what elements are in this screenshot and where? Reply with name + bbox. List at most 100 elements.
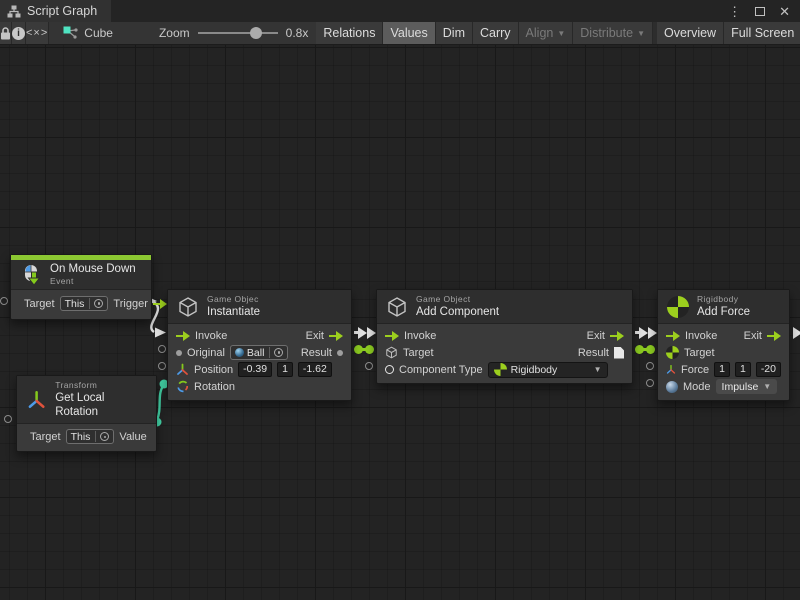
graph-icon [7,5,21,18]
relations-button[interactable]: Relations [316,22,383,44]
row-component-type: Component Type Rigidbody ▼ [377,361,632,378]
original-port[interactable] [176,350,182,356]
flow-connector-addcomponent-addforce [635,327,658,339]
node-add-component[interactable]: Game Object Add Component Invoke Exit Ta… [376,289,633,384]
ball-icon [235,348,244,357]
component-type-port[interactable] [385,365,394,374]
target-port-icon[interactable] [385,346,398,359]
result-port[interactable] [337,350,343,356]
row-invoke: Invoke Exit [168,327,351,344]
zoom-slider-handle[interactable] [250,27,262,39]
carry-button[interactable]: Carry [473,22,519,44]
distribute-button[interactable]: Distribute▼ [573,22,653,44]
target-port-rigidbody-icon[interactable] [666,346,679,359]
zoom-slider[interactable] [198,27,278,39]
row-position: Position -0.39 1 -1.62 [168,361,351,378]
values-button[interactable]: Values [383,22,435,44]
force-port-icon[interactable] [666,363,676,376]
force-label: Force [681,364,709,376]
node-get-local-rotation[interactable]: Transform Get Local Rotation Target This [16,375,157,452]
port-instantiate-position[interactable] [158,362,166,370]
port-addcomponent-componenttype[interactable] [365,362,373,370]
rigidbody-icon [494,363,507,376]
maximize-icon[interactable] [755,7,765,16]
tab-script-graph[interactable]: Script Graph [0,0,111,22]
row-rotation: Rotation [168,378,351,395]
object-picker-icon[interactable] [100,432,109,441]
trigger-port[interactable] [153,299,167,309]
align-button[interactable]: Align▼ [519,22,574,44]
invoke-label: Invoke [404,330,436,342]
target-label: Target [24,298,55,310]
port-addforce-force[interactable] [646,362,654,370]
result-label: Result [301,347,332,359]
graph-node-icon [63,26,78,40]
node-title: Add Component [416,305,499,319]
node-add-force[interactable]: Rigidbody Add Force Invoke Exit Target [657,289,790,401]
port-getlocalrotation-target[interactable] [4,415,12,423]
invoke-port[interactable] [176,331,190,341]
position-y-field[interactable]: 1 [277,362,293,377]
node-instantiate[interactable]: Game Objec Instantiate Invoke Exit Origi… [167,289,352,401]
zoom-control: Zoom 0.8x [123,22,316,44]
port-addforce-mode[interactable] [646,379,654,387]
node-surtitle: Transform [55,380,147,391]
row-original: Original Ball Result [168,344,351,361]
trigger-label: Trigger [113,298,147,310]
node-title: Get Local Rotation [55,391,147,420]
force-y-field[interactable]: 1 [735,362,751,377]
node-surtitle: Rigidbody [697,294,750,305]
mode-dropdown[interactable]: Impulse ▼ [716,379,778,394]
chevron-down-icon: ▼ [763,382,771,391]
position-z-field[interactable]: -1.62 [298,362,332,377]
position-x-field[interactable]: -0.39 [238,362,272,377]
port-onmousedown-target[interactable] [0,297,8,305]
object-picker-icon[interactable] [94,299,103,308]
object-picker-icon[interactable] [274,348,283,357]
original-field[interactable]: Ball [230,345,289,360]
exit-port[interactable] [767,331,781,341]
rotation-port-icon[interactable] [176,380,189,393]
exit-port[interactable] [610,331,624,341]
info-button[interactable]: i [12,22,26,44]
node-on-mouse-down[interactable]: On Mouse Down Event Target This Trigger [10,254,152,320]
force-x-field[interactable]: 1 [714,362,730,377]
fullscreen-button[interactable]: Full Screen [724,22,800,44]
gameobject-icon [386,296,408,318]
code-angle-icon: <×> [26,27,48,39]
row-target: Target Result [377,344,632,361]
invoke-port[interactable] [666,331,680,341]
node-surtitle: Game Object [416,294,499,305]
connections-toggle-button[interactable]: <×> [26,22,49,44]
invoke-label: Invoke [685,330,717,342]
menu-icon[interactable]: ⋮ [728,5,741,18]
chevron-down-icon: ▼ [594,365,602,374]
exit-label: Exit [744,330,762,342]
result-label: Result [578,347,609,359]
node-title: On Mouse Down [50,262,136,276]
lock-button[interactable] [0,22,12,44]
row-target-trigger: Target This Trigger [11,293,151,314]
close-icon[interactable]: ✕ [779,5,790,18]
flow-connector-instantiate-addcomponent [354,327,377,339]
mode-port-icon[interactable] [666,381,678,393]
force-z-field[interactable]: -20 [756,362,781,377]
row-target: Target [658,344,789,361]
target-field[interactable]: This [66,429,115,444]
dim-button[interactable]: Dim [436,22,473,44]
exit-port[interactable] [329,331,343,341]
invoke-port[interactable] [385,331,399,341]
node-title: Add Force [697,305,750,319]
component-type-dropdown[interactable]: Rigidbody ▼ [488,362,608,378]
target-field[interactable]: This [60,296,109,311]
overview-button[interactable]: Overview [657,22,724,44]
flow-connector-offscreen [793,327,800,339]
mode-label: Mode [683,381,711,393]
node-surtitle: Game Objec [207,294,260,305]
row-target-value: Target This Value [17,427,156,446]
graph-canvas[interactable]: On Mouse Down Event Target This Trigger [0,45,800,600]
position-port-icon[interactable] [176,363,189,376]
port-instantiate-original[interactable] [158,345,166,353]
result-port-document-icon[interactable] [614,347,624,359]
node-subtitle: Event [50,276,136,287]
